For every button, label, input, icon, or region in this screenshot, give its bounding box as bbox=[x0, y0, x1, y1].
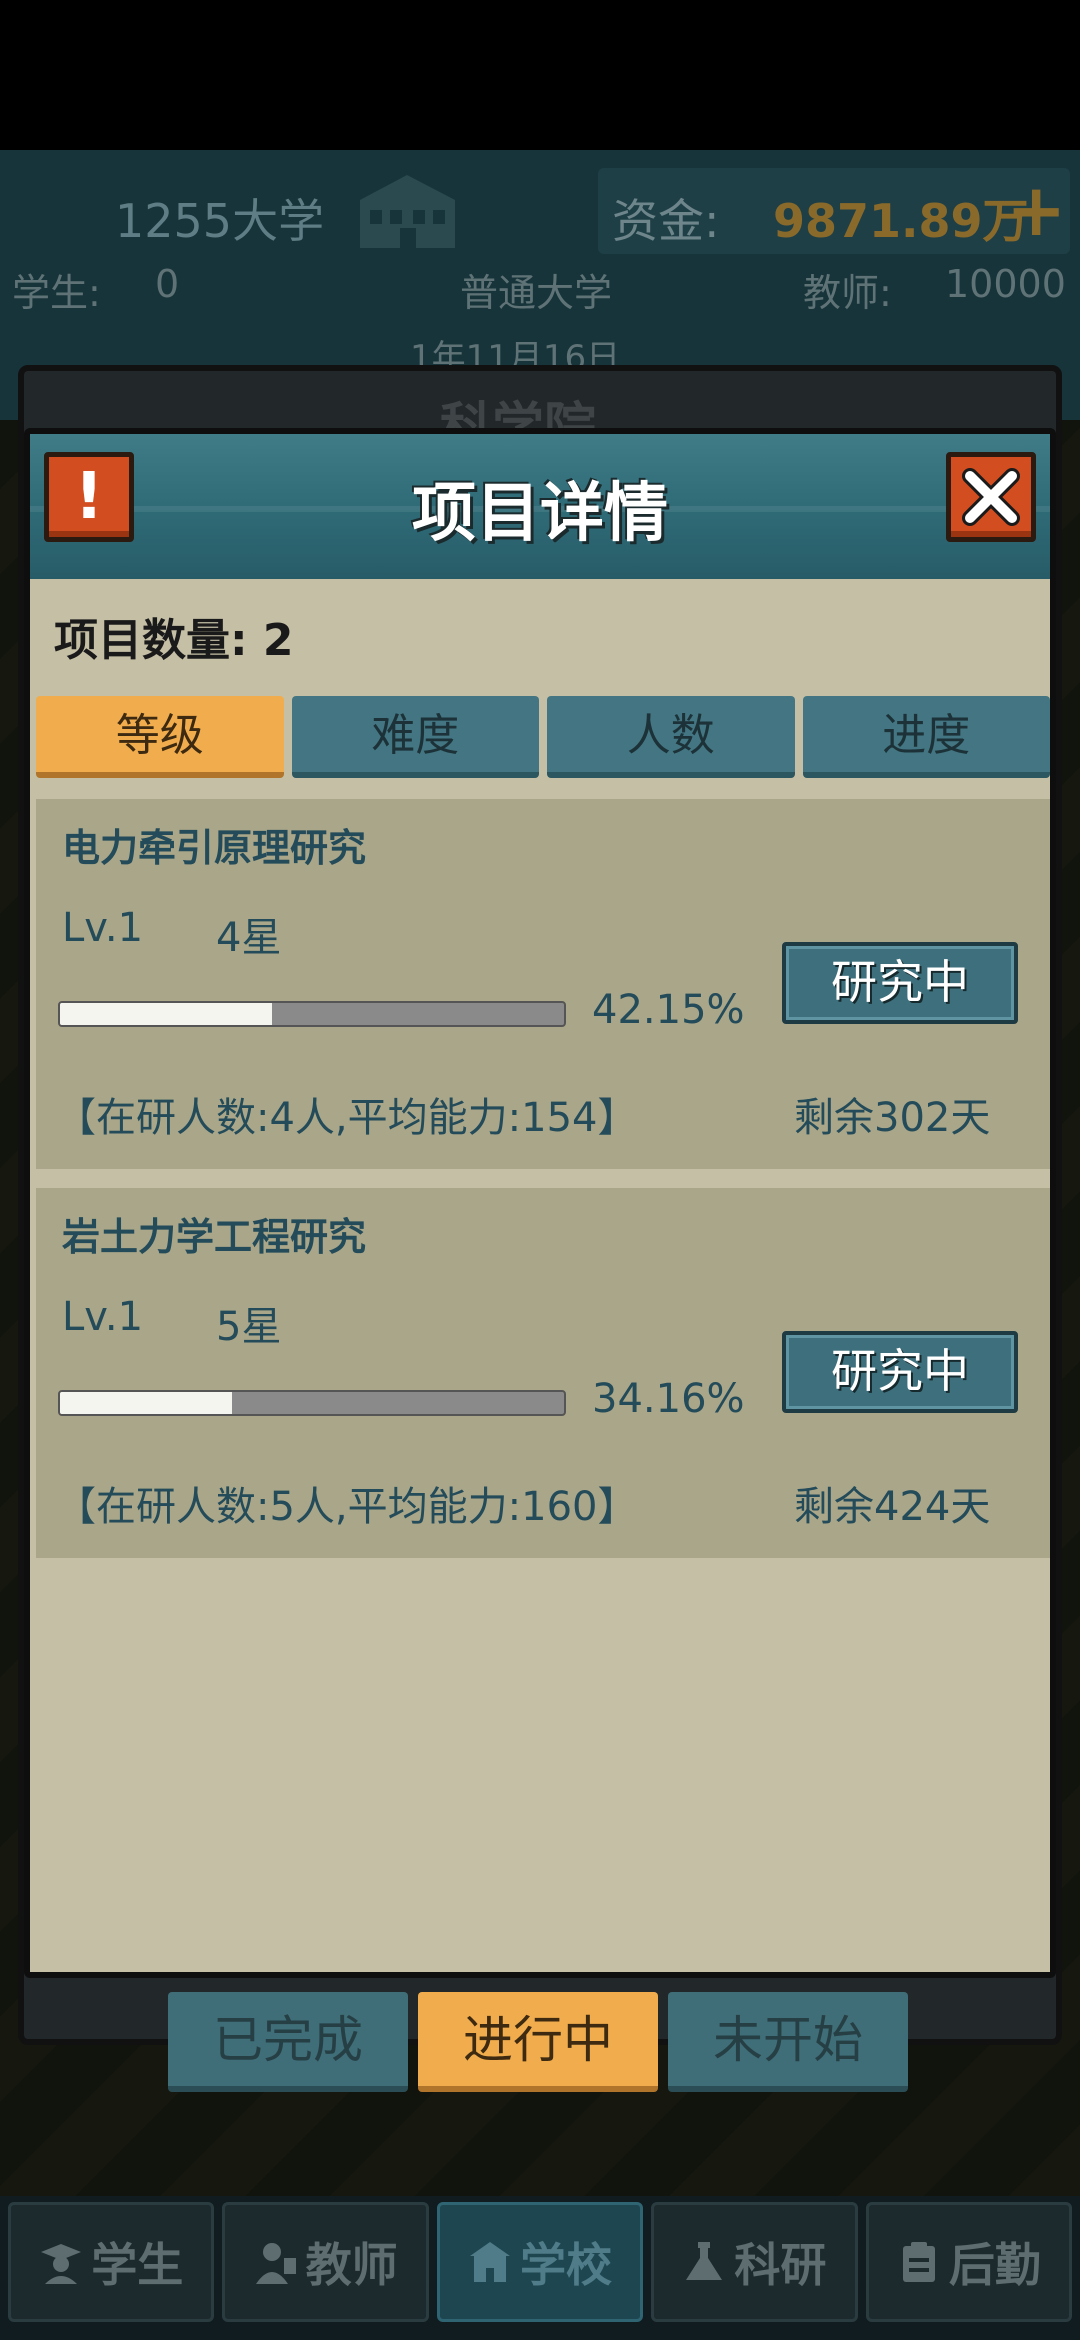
progress-percent: 42.15% bbox=[592, 987, 745, 1033]
progress-bar bbox=[58, 1390, 566, 1416]
project-detail: 【在研人数:5人,平均能力:160】 bbox=[56, 1484, 638, 1530]
nav-school[interactable]: 学校 bbox=[436, 2202, 644, 2322]
nav-label: 后勤 bbox=[948, 2238, 1041, 2292]
students-value: 0 bbox=[155, 262, 180, 306]
progress-bar-fill bbox=[60, 1392, 233, 1414]
teachers-label: 教师: bbox=[803, 271, 892, 315]
nav-research[interactable]: 科研 bbox=[651, 2202, 858, 2322]
nav-label: 学生 bbox=[91, 2238, 184, 2292]
teachers-value: 10000 bbox=[945, 262, 1066, 306]
university-building-icon bbox=[360, 175, 455, 248]
sort-tabs: 等级 难度 人数 进度 bbox=[36, 696, 1050, 778]
researching-button[interactable]: 研究中 bbox=[782, 942, 1018, 1024]
nav-label: 教师 bbox=[305, 2238, 398, 2292]
project-count: 项目数量: 2 bbox=[54, 615, 294, 666]
student-icon bbox=[41, 2244, 82, 2284]
project-name: 电力牵引原理研究 bbox=[62, 826, 367, 870]
nav-label: 学校 bbox=[520, 2238, 613, 2292]
progress-bar-fill bbox=[60, 1003, 273, 1025]
tab-completed[interactable]: 已完成 bbox=[168, 1992, 408, 2092]
funds-value: 9871.89万 bbox=[773, 194, 1029, 248]
clipboard-icon bbox=[902, 2242, 935, 2282]
university-type: 普通大学 bbox=[460, 271, 613, 315]
sort-tab-difficulty[interactable]: 难度 bbox=[291, 696, 539, 778]
sort-tab-level[interactable]: 等级 bbox=[36, 696, 284, 778]
remaining-days: 剩余424天 bbox=[794, 1484, 991, 1530]
project-details-modal: ! 项目详情 项目数量: 2 等级 难度 人数 进度 电力牵引原理研究 Lv.1… bbox=[24, 428, 1056, 1978]
close-icon bbox=[962, 468, 1020, 526]
bottom-navigation: 学生 教师 学校 科研 后勤 bbox=[0, 2196, 1080, 2340]
nav-logistics[interactable]: 后勤 bbox=[865, 2202, 1073, 2322]
status-filter-tabs: 已完成 进行中 未开始 bbox=[168, 1992, 910, 2092]
project-level: Lv.1 bbox=[62, 1294, 144, 1340]
project-stars: 4星 bbox=[216, 915, 282, 961]
remaining-days: 剩余302天 bbox=[794, 1095, 991, 1141]
tab-in-progress[interactable]: 进行中 bbox=[418, 1992, 658, 2092]
tab-not-started[interactable]: 未开始 bbox=[668, 1992, 908, 2092]
university-name: 1255大学 bbox=[115, 194, 325, 248]
project-detail: 【在研人数:4人,平均能力:154】 bbox=[56, 1095, 638, 1141]
nav-label: 科研 bbox=[734, 2238, 827, 2292]
close-button[interactable] bbox=[946, 452, 1036, 542]
project-card: 岩土力学工程研究 Lv.1 5星 34.16% 研究中 【在研人数:5人,平均能… bbox=[36, 1188, 1050, 1558]
project-stars: 5星 bbox=[216, 1304, 282, 1350]
school-icon bbox=[470, 2242, 511, 2282]
sort-tab-progress[interactable]: 进度 bbox=[802, 696, 1050, 778]
modal-title: 项目详情 bbox=[412, 477, 668, 551]
flask-icon bbox=[686, 2242, 723, 2280]
project-name: 岩土力学工程研究 bbox=[62, 1215, 367, 1259]
project-level: Lv.1 bbox=[62, 905, 144, 951]
progress-percent: 34.16% bbox=[592, 1376, 745, 1422]
researching-button[interactable]: 研究中 bbox=[782, 1331, 1018, 1413]
sort-tab-headcount[interactable]: 人数 bbox=[547, 696, 795, 778]
funds-label: 资金: bbox=[612, 194, 720, 248]
add-funds-icon[interactable]: + bbox=[1006, 174, 1066, 246]
nav-students[interactable]: 学生 bbox=[8, 2202, 215, 2322]
progress-bar bbox=[58, 1001, 566, 1027]
nav-teachers[interactable]: 教师 bbox=[222, 2202, 429, 2322]
teacher-icon bbox=[255, 2243, 296, 2284]
students-label: 学生: bbox=[12, 271, 101, 315]
project-card: 电力牵引原理研究 Lv.1 4星 42.15% 研究中 【在研人数:4人,平均能… bbox=[36, 799, 1050, 1169]
modal-header: ! 项目详情 bbox=[30, 434, 1050, 579]
